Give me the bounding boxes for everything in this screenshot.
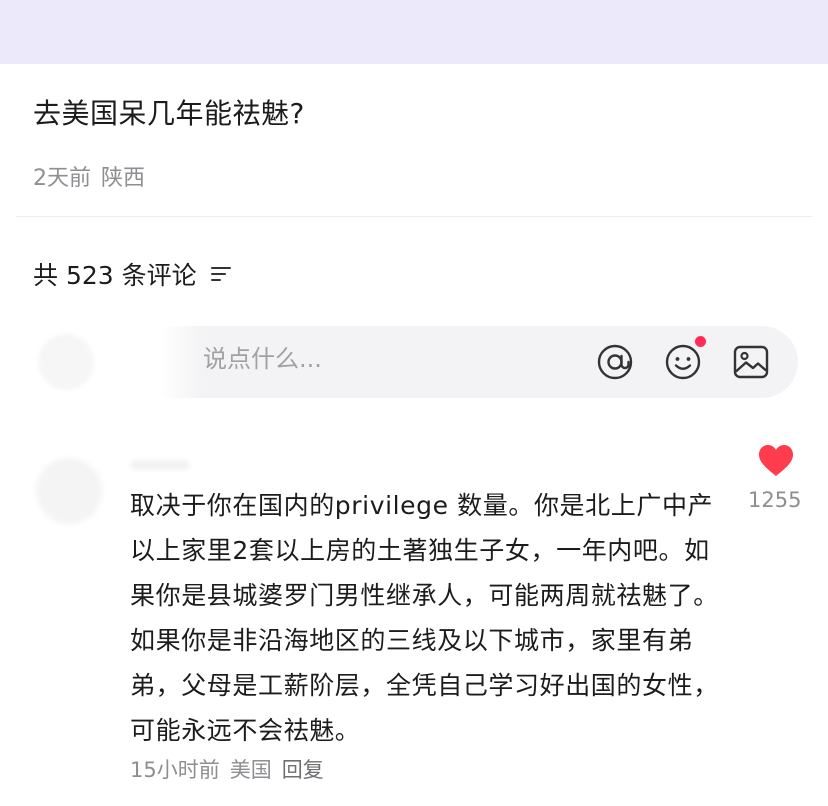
- comment-input[interactable]: [203, 345, 463, 373]
- reply-button[interactable]: 回复: [282, 754, 324, 784]
- like-count: 1255: [748, 488, 802, 512]
- comments-header: 共 523 条评论: [33, 256, 233, 292]
- comment-author-name[interactable]: [130, 460, 190, 470]
- image-icon[interactable]: [732, 343, 770, 381]
- post-time: 2天前: [33, 166, 91, 191]
- at-icon[interactable]: [596, 343, 634, 381]
- comment-location: 美国: [229, 758, 272, 782]
- post-meta: 2天前 陕西: [33, 160, 145, 192]
- comment-text: 取决于你在国内的privilege 数量。你是北上广中产以上家里2套以上房的土著…: [130, 491, 719, 745]
- emoji-icon[interactable]: [664, 336, 706, 381]
- heart-icon[interactable]: [758, 444, 794, 478]
- comment-composer: [38, 326, 798, 398]
- notification-dot: [695, 336, 706, 347]
- avatar[interactable]: [36, 458, 102, 524]
- top-banner: [0, 0, 828, 64]
- comment-count-label: 共 523 条评论: [33, 261, 197, 290]
- post-location: 陕西: [101, 166, 146, 191]
- avatar: [38, 334, 94, 390]
- divider: [16, 216, 812, 217]
- comment-time: 15小时前: [130, 758, 220, 782]
- post-title: 去美国呆几年能祛魅?: [33, 97, 305, 130]
- comment-item: 取决于你在国内的privilege 数量。你是北上广中产以上家里2套以上房的土著…: [0, 440, 828, 806]
- sort-icon[interactable]: [210, 265, 233, 283]
- comment-footer: 15小时前 美国 回复: [130, 754, 324, 784]
